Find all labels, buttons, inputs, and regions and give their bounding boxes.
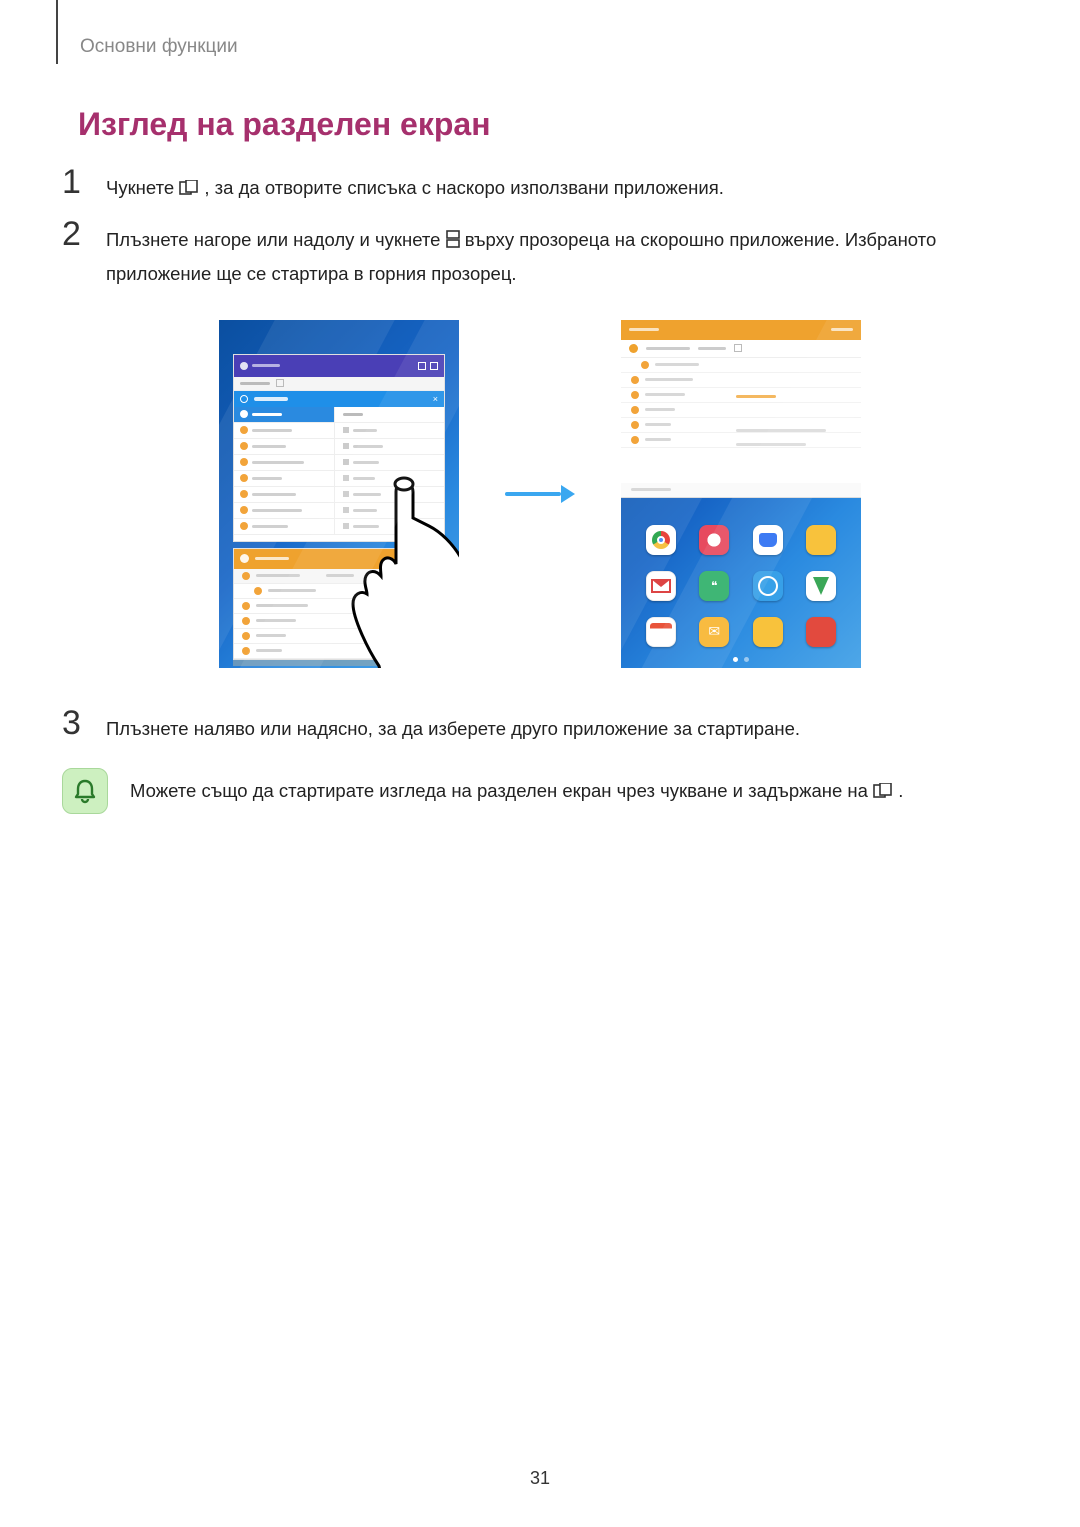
home-app-grid (621, 512, 861, 668)
step-text: Чукнете (106, 177, 179, 198)
recent-app-card-2: + (233, 548, 445, 660)
page-dots (621, 657, 861, 662)
internet-icon (753, 571, 783, 601)
bell-tip-icon (62, 768, 108, 814)
memo-icon (753, 617, 783, 647)
step-number: 3 (62, 706, 106, 740)
recent-apps-icon (179, 180, 199, 196)
tip-text-a: Можете също да стартирате изгледа на раз… (130, 780, 873, 801)
app-icon (699, 525, 729, 555)
step-body: Плъзнете наляво или надясно, за да избер… (106, 712, 800, 746)
split-button-illustration (422, 552, 438, 566)
galaxy-apps-icon (753, 525, 783, 555)
step-text: Плъзнете нагоре или надолу и чукнете (106, 229, 446, 250)
calendar-icon (646, 617, 676, 647)
app-icon (806, 525, 836, 555)
step-3: 3 Плъзнете наляво или надясно, за да изб… (62, 712, 990, 746)
maps-icon (806, 571, 836, 601)
recent-app-card-1: × (233, 354, 445, 542)
step-number: 1 (62, 165, 106, 199)
gmail-icon (646, 571, 676, 601)
top-app-panel (621, 320, 861, 498)
illustration: × + (90, 320, 990, 668)
page-number: 31 (0, 1468, 1080, 1489)
step-body: Чукнете , за да отворите списъка с наско… (106, 171, 724, 205)
device-before: × + (219, 320, 459, 668)
header-rule (56, 0, 58, 64)
app-icon (806, 617, 836, 647)
device-after (621, 320, 861, 668)
recent-apps-icon (873, 783, 893, 799)
step-number: 2 (62, 217, 106, 251)
email-icon (699, 617, 729, 647)
step-body: Плъзнете нагоре или надолу и чукнете вър… (106, 223, 990, 291)
step-text: , за да отворите списъка с наскоро изпол… (204, 177, 723, 198)
arrow-right-icon (505, 484, 575, 504)
section-title: Изглед на разделен екран (78, 106, 990, 143)
split-view-icon (446, 230, 460, 248)
step-2: 2 Плъзнете нагоре или надолу и чукнете в… (62, 223, 990, 291)
step-1: 1 Чукнете , за да отворите списъка с нас… (62, 171, 990, 205)
tip-text: Можете също да стартирате изгледа на раз… (130, 774, 903, 808)
hangouts-icon (699, 571, 729, 601)
tip-text-b: . (898, 780, 903, 801)
breadcrumb: Основни функции (80, 36, 990, 58)
tip: Можете също да стартирате изгледа на раз… (62, 768, 990, 814)
page: Основни функции Изглед на разделен екран… (0, 0, 1080, 814)
step-text: Плъзнете наляво или надясно, за да избер… (106, 718, 800, 739)
chrome-icon (646, 525, 676, 555)
